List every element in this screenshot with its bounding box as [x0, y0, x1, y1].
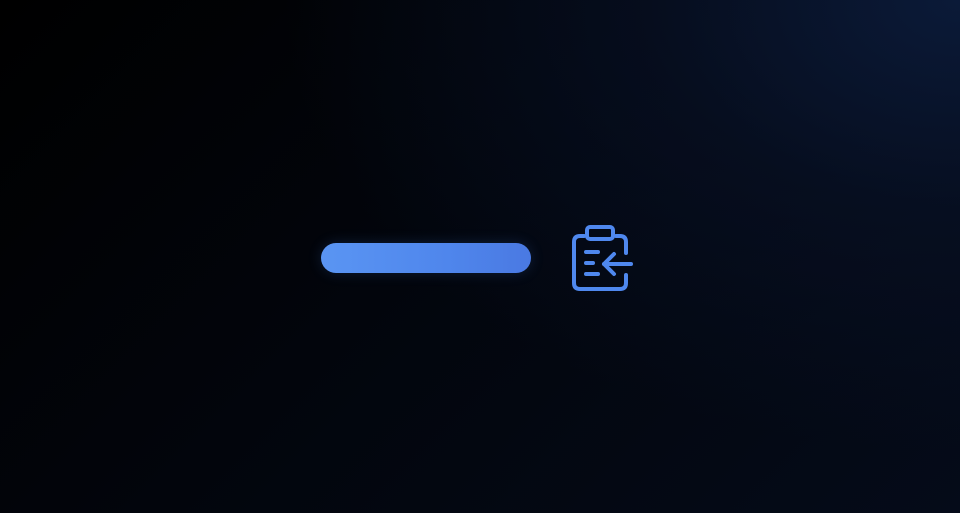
paste-bar-button[interactable] — [321, 243, 531, 273]
clipboard-paste-icon[interactable] — [570, 224, 634, 294]
